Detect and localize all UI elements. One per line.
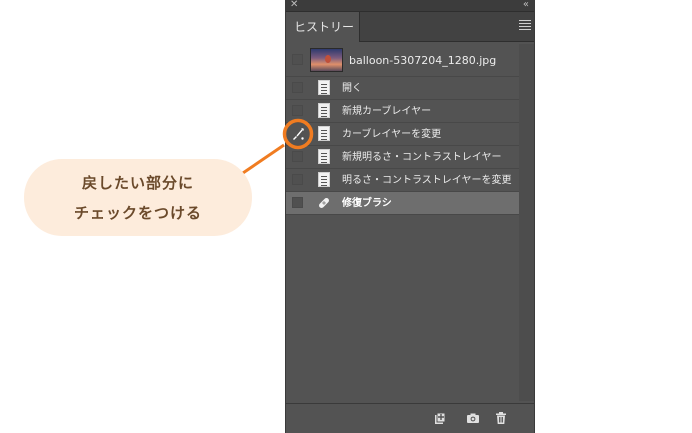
history-brush-checkbox[interactable] bbox=[292, 197, 303, 208]
snapshot-thumbnail bbox=[310, 48, 343, 72]
history-brush-checkbox[interactable] bbox=[292, 174, 303, 185]
history-state-label: 新規カーブレイヤー bbox=[342, 106, 432, 117]
snapshot-label: balloon-5307204_1280.jpg bbox=[349, 54, 497, 67]
history-state-4[interactable]: 明るさ・コントラストレイヤーを変更 bbox=[286, 169, 520, 192]
history-state-0[interactable]: 開く bbox=[286, 77, 520, 100]
document-icon bbox=[318, 80, 330, 95]
callout-line-2: チェックをつける bbox=[73, 203, 202, 222]
history-brush-checkbox[interactable] bbox=[292, 82, 303, 93]
document-icon bbox=[318, 126, 330, 141]
document-icon bbox=[318, 149, 330, 164]
camera-icon[interactable] bbox=[466, 411, 480, 425]
callout-line-1: 戻したい部分に bbox=[81, 173, 194, 192]
history-state-2[interactable]: カーブレイヤーを変更 bbox=[286, 123, 520, 146]
panel-title-bar: ✕ « bbox=[286, 0, 534, 12]
history-snapshot[interactable]: balloon-5307204_1280.jpg bbox=[286, 44, 520, 77]
new-document-from-state-icon[interactable] bbox=[433, 411, 447, 425]
panel-footer bbox=[286, 403, 534, 433]
history-state-label: 開く bbox=[342, 83, 362, 94]
history-panel: ✕ « ヒストリー balloon-5307204_1280.jpg 開く 新規… bbox=[285, 0, 535, 433]
history-list: balloon-5307204_1280.jpg 開く 新規カーブレイヤー カー… bbox=[286, 44, 520, 215]
history-brush-checkbox[interactable] bbox=[292, 151, 303, 162]
history-state-label: 明るさ・コントラストレイヤーを変更 bbox=[342, 175, 512, 186]
tab-history[interactable]: ヒストリー bbox=[286, 12, 360, 42]
panel-menu-icon[interactable] bbox=[519, 20, 531, 32]
document-icon bbox=[318, 172, 330, 187]
history-state-label: 修復ブラシ bbox=[342, 198, 392, 209]
document-icon bbox=[318, 103, 330, 118]
history-brush-checkbox[interactable] bbox=[292, 105, 303, 116]
panel-tab-bar: ヒストリー bbox=[286, 12, 534, 42]
collapse-icon[interactable]: « bbox=[523, 0, 529, 12]
history-state-5[interactable]: 修復ブラシ bbox=[286, 192, 520, 215]
healing-brush-icon bbox=[319, 198, 329, 208]
history-state-1[interactable]: 新規カーブレイヤー bbox=[286, 100, 520, 123]
history-brush-source-icon[interactable] bbox=[290, 126, 306, 142]
history-state-label: 新規明るさ・コントラストレイヤー bbox=[342, 152, 502, 163]
close-icon[interactable]: ✕ bbox=[290, 0, 298, 12]
history-state-3[interactable]: 新規明るさ・コントラストレイヤー bbox=[286, 146, 520, 169]
history-brush-checkbox[interactable] bbox=[292, 54, 303, 65]
trash-icon[interactable] bbox=[494, 411, 508, 425]
history-state-label: カーブレイヤーを変更 bbox=[342, 129, 442, 140]
scrollbar[interactable] bbox=[519, 44, 534, 401]
callout-bubble: 戻したい部分に チェックをつける bbox=[24, 159, 252, 236]
